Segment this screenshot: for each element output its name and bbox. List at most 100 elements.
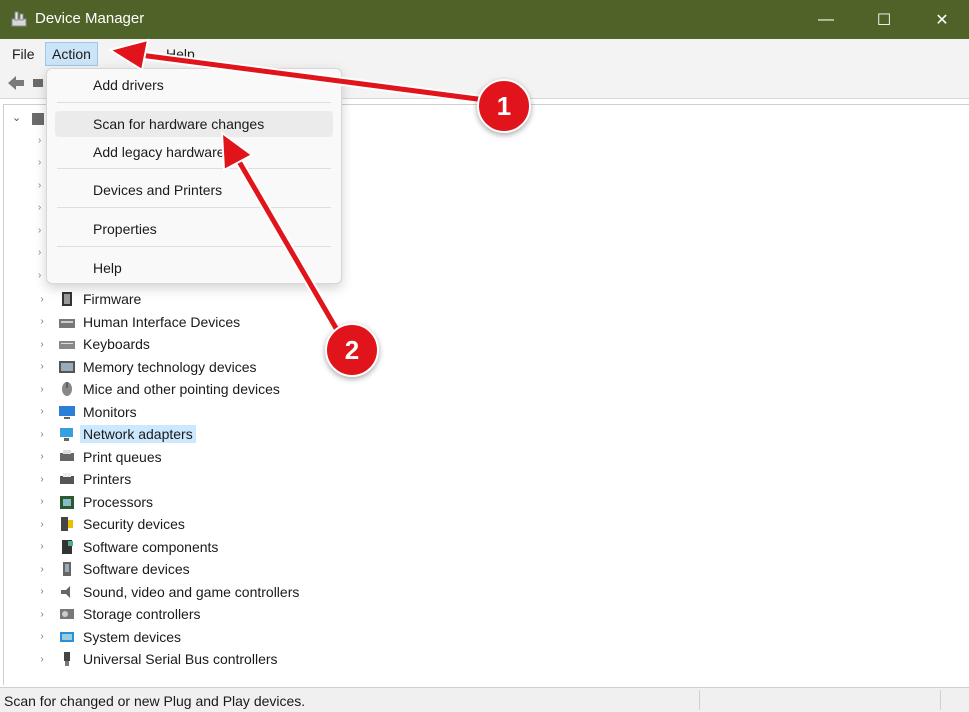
chevron-right-icon[interactable]: › xyxy=(38,225,41,236)
tree-item-memory-technology-devices[interactable]: › Memory technology devices xyxy=(36,357,257,377)
tree-item-label: Print queues xyxy=(83,448,162,465)
tree-item-universal-serial-bus-controllers[interactable]: › Universal Serial Bus controllers xyxy=(36,649,278,669)
chevron-right-icon[interactable]: › xyxy=(36,429,48,440)
chevron-right-icon[interactable]: › xyxy=(36,654,48,665)
mouse-icon xyxy=(62,382,72,396)
tree-item-label: Processors xyxy=(83,493,154,510)
chevron-right-icon[interactable]: › xyxy=(36,361,48,372)
chevron-right-icon[interactable]: › xyxy=(38,157,41,168)
minimize-icon: — xyxy=(818,10,834,28)
tree-item-system-devices[interactable]: › System devices xyxy=(36,627,181,647)
tree-item-security-devices[interactable]: › Security devices xyxy=(36,514,185,534)
processor-icon xyxy=(60,495,74,509)
tree-item-label: Mice and other pointing devices xyxy=(83,381,280,397)
network-icon xyxy=(60,428,73,441)
software-component-icon xyxy=(62,539,73,554)
chevron-right-icon[interactable]: › xyxy=(38,202,41,213)
tree-item-storage-controllers[interactable]: › Storage controllers xyxy=(36,604,201,624)
chevron-right-icon[interactable]: › xyxy=(38,270,41,281)
maximize-icon: ☐ xyxy=(876,11,892,29)
menu-action[interactable]: Action xyxy=(45,42,98,66)
maximize-button[interactable]: ☐ xyxy=(855,0,913,39)
chevron-right-icon[interactable]: › xyxy=(36,631,48,642)
tree-item-label: Human Interface Devices xyxy=(83,313,241,330)
chevron-right-icon[interactable]: › xyxy=(38,247,41,258)
window-title: Device Manager xyxy=(35,10,145,27)
chevron-right-icon[interactable]: › xyxy=(38,180,41,191)
chevron-right-icon[interactable]: › xyxy=(36,406,48,417)
chevron-right-icon[interactable]: › xyxy=(36,451,48,462)
chevron-right-icon[interactable]: › xyxy=(36,519,48,530)
close-icon: ✕ xyxy=(935,11,949,29)
tree-item-label: System devices xyxy=(83,628,182,645)
tree-item-human-interface-devices[interactable]: › Human Interface Devices xyxy=(36,312,240,332)
menu-separator xyxy=(57,168,331,169)
security-icon xyxy=(61,517,73,531)
status-bar: Scan for changed or new Plug and Play de… xyxy=(0,687,969,712)
device-manager-icon xyxy=(11,11,27,27)
chevron-right-icon[interactable]: › xyxy=(36,384,48,395)
minimize-button[interactable]: — xyxy=(797,0,855,39)
expand-chevron-icon[interactable]: ⌄ xyxy=(12,111,21,124)
tree-item-label: Security devices xyxy=(83,516,185,532)
menu-item-help[interactable]: Help xyxy=(55,255,333,281)
menu-separator xyxy=(57,207,331,208)
tree-item-processors[interactable]: › Processors xyxy=(36,492,153,512)
menu-item-scan-hardware[interactable]: Scan for hardware changes xyxy=(55,111,333,137)
menu-item-properties[interactable]: Properties xyxy=(55,216,333,242)
tree-item-printers[interactable]: › Printers xyxy=(36,469,131,489)
tree-item-label: Sound, video and game controllers xyxy=(83,583,300,600)
status-divider xyxy=(699,690,700,710)
chevron-right-icon[interactable]: › xyxy=(36,474,48,485)
tree-item-label: Universal Serial Bus controllers xyxy=(83,651,278,667)
tree-item-label: Network adapters xyxy=(80,425,196,443)
chevron-right-icon[interactable]: › xyxy=(36,294,48,305)
computer-icon xyxy=(32,113,44,125)
status-divider xyxy=(940,690,941,710)
action-dropdown-menu: Add drivers Scan for hardware changes Ad… xyxy=(46,68,342,284)
menu-separator xyxy=(57,246,331,247)
tree-item-mice-and-other-pointing-devices[interactable]: › Mice and other pointing devices xyxy=(36,379,280,399)
menu-item-add-legacy-hardware[interactable]: Add legacy hardware xyxy=(55,139,333,165)
tree-item-monitors[interactable]: › Monitors xyxy=(36,402,137,422)
chevron-right-icon[interactable]: › xyxy=(36,339,48,350)
callout-badge-1: 1 xyxy=(477,79,531,133)
memory-icon xyxy=(59,360,75,373)
chevron-right-icon[interactable]: › xyxy=(36,541,48,552)
chevron-right-icon[interactable]: › xyxy=(36,609,48,620)
tree-item-label: Memory technology devices xyxy=(83,358,257,375)
chevron-right-icon[interactable]: › xyxy=(36,564,48,575)
toolbar-device-icon[interactable] xyxy=(32,77,44,89)
usb-icon xyxy=(64,652,70,666)
tree-item-print-queues[interactable]: › Print queues xyxy=(36,447,162,467)
menu-file[interactable]: File xyxy=(6,43,41,65)
chevron-right-icon[interactable]: › xyxy=(36,586,48,597)
chevron-right-icon[interactable]: › xyxy=(36,496,48,507)
menu-item-add-drivers[interactable]: Add drivers xyxy=(55,72,333,98)
menu-separator xyxy=(57,102,331,103)
back-arrow-icon[interactable] xyxy=(6,74,26,92)
tree-item-label: Storage controllers xyxy=(83,606,201,622)
tree-item-software-components[interactable]: › Software components xyxy=(36,537,218,557)
tree-item-label: Monitors xyxy=(83,403,137,420)
chevron-right-icon[interactable]: › xyxy=(36,316,48,327)
close-button[interactable]: ✕ xyxy=(913,0,969,39)
storage-icon xyxy=(60,609,74,619)
tree-item-firmware[interactable]: › Firmware xyxy=(36,289,141,309)
software-device-icon xyxy=(63,562,71,576)
hid-icon xyxy=(59,318,75,328)
keyboard-icon xyxy=(59,341,75,349)
tree-item-label: Software components xyxy=(83,538,219,555)
tree-item-label: Printers xyxy=(83,471,132,487)
tree-item-software-devices[interactable]: › Software devices xyxy=(36,559,189,579)
menu-bar: File Action Help xyxy=(0,39,969,69)
menu-item-devices-printers[interactable]: Devices and Printers xyxy=(55,177,333,203)
menu-help[interactable]: Help xyxy=(160,43,201,65)
callout-badge-2: 2 xyxy=(325,323,379,377)
firmware-icon xyxy=(62,292,72,306)
tree-item-sound-video-and-game-controllers[interactable]: › Sound, video and game controllers xyxy=(36,582,299,602)
tree-item-network-adapters[interactable]: › Network adapters xyxy=(36,424,196,444)
tree-item-keyboards[interactable]: › Keyboards xyxy=(36,334,150,354)
tree-item-label: Keyboards xyxy=(83,336,150,352)
chevron-right-icon[interactable]: › xyxy=(38,135,41,146)
